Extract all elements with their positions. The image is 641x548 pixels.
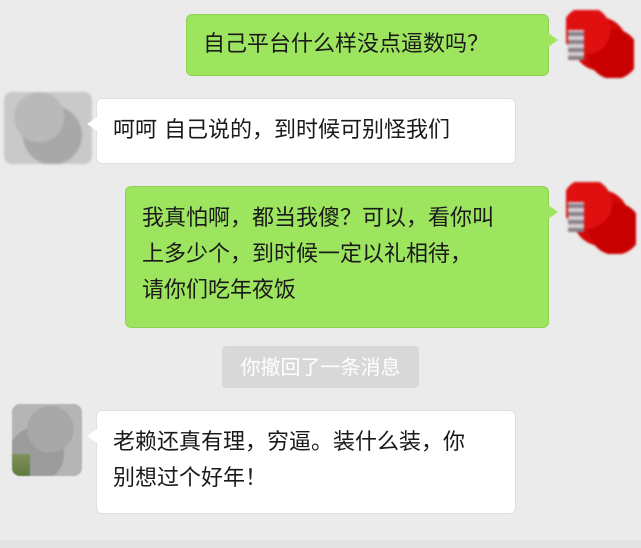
- bottom-divider: [0, 540, 641, 548]
- recall-text: 你撤回了一条消息: [240, 355, 401, 379]
- message-text-line: 上多少个，到时候一定以礼相待，: [142, 242, 473, 267]
- recall-notice: 你撤回了一条消息: [222, 346, 419, 388]
- contact-avatar[interactable]: [4, 92, 92, 164]
- user-avatar[interactable]: [566, 182, 636, 254]
- message-text-line: 别想过个好年！: [113, 466, 268, 491]
- sent-message-bubble[interactable]: 我真怕啊，都当我傻？可以，看你叫 上多少个，到时候一定以礼相待， 请你们吃年夜饭: [125, 186, 558, 328]
- message-text: 自己平台什么样没点逼数吗？: [203, 32, 490, 57]
- message-text-line: 老赖还真有理，穷逼。装什么装，你: [113, 430, 466, 455]
- user-avatar[interactable]: [566, 10, 634, 78]
- message-text: 呵呵 自己说的，到时候可别怪我们: [113, 118, 450, 143]
- received-message-bubble[interactable]: 呵呵 自己说的，到时候可别怪我们: [87, 98, 516, 164]
- message-text-line: 我真怕啊，都当我傻？可以，看你叫: [142, 206, 495, 231]
- contact-avatar[interactable]: [12, 404, 82, 476]
- message-text-line: 请你们吃年夜饭: [142, 278, 297, 303]
- chat-window: 自己平台什么样没点逼数吗？ 呵呵 自己说的，到时候可别怪我们 我真怕啊，都当我傻…: [0, 0, 641, 548]
- received-message-bubble[interactable]: 老赖还真有理，穷逼。装什么装，你 别想过个好年！: [87, 410, 516, 514]
- sent-message-bubble[interactable]: 自己平台什么样没点逼数吗？: [186, 14, 558, 76]
